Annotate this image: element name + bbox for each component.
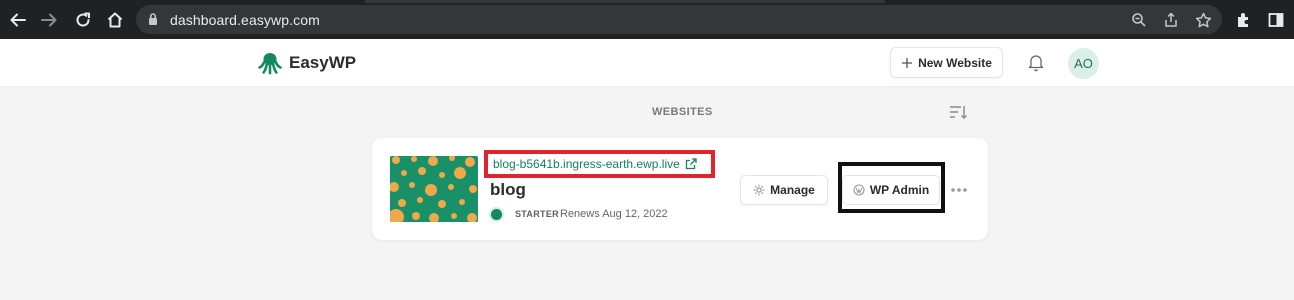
brand-logo[interactable]: EasyWP [258, 51, 356, 75]
site-url-link[interactable]: blog-b5641b.ingress-earth.ewp.live [493, 157, 680, 171]
address-bar-url: dashboard.easywp.com [170, 12, 320, 28]
sort-icon[interactable] [948, 103, 968, 121]
app-header: EasyWP New Website AO [0, 39, 1294, 87]
renewal-date: Renews Aug 12, 2022 [560, 208, 668, 220]
extensions-icon[interactable] [1233, 9, 1255, 31]
site-url-highlight[interactable]: blog-b5641b.ingress-earth.ewp.live [484, 150, 715, 178]
avatar-initials: AO [1074, 56, 1093, 71]
new-website-label: New Website [918, 55, 992, 70]
wp-admin-button[interactable]: WP Admin [842, 175, 940, 205]
wp-admin-label: WP Admin [869, 183, 930, 197]
wordpress-icon [853, 184, 865, 196]
octopus-logo-icon [258, 53, 282, 75]
forward-arrow-icon[interactable] [38, 9, 60, 31]
reload-icon[interactable] [72, 9, 94, 31]
site-name: blog [490, 180, 526, 199]
side-panel-icon[interactable] [1265, 9, 1287, 31]
bookmark-star-icon[interactable] [1193, 10, 1213, 30]
lock-icon[interactable] [148, 12, 158, 31]
share-icon[interactable] [1161, 10, 1181, 30]
address-bar[interactable]: dashboard.easywp.com [136, 5, 1222, 34]
section-title: WEBSITES [652, 106, 713, 118]
manage-button[interactable]: Manage [740, 175, 828, 205]
website-card: blog-b5641b.ingress-earth.ewp.live blog … [372, 138, 988, 240]
home-icon[interactable] [104, 9, 126, 31]
gear-icon [753, 184, 765, 196]
back-arrow-icon[interactable] [7, 9, 29, 31]
more-options-icon[interactable] [949, 180, 969, 200]
bell-icon[interactable] [1026, 52, 1046, 72]
tab-strip [365, 0, 885, 3]
zoom-icon[interactable] [1129, 10, 1149, 30]
plan-badge: STARTER [515, 209, 559, 219]
plus-icon [902, 57, 913, 68]
manage-label: Manage [770, 183, 815, 197]
site-thumbnail [390, 156, 478, 222]
brand-name: EasyWP [289, 53, 357, 72]
new-website-button[interactable]: New Website [890, 47, 1003, 78]
external-link-icon[interactable] [685, 158, 697, 170]
browser-toolbar: dashboard.easywp.com [0, 0, 1294, 39]
avatar[interactable]: AO [1068, 48, 1099, 79]
status-dot [491, 209, 502, 220]
